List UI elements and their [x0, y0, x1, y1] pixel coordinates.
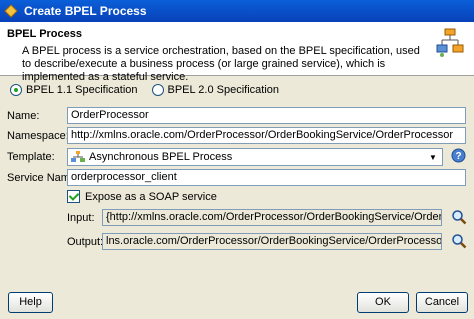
chevron-down-icon[interactable]: ▼: [427, 153, 439, 162]
bpel-process-icon: [436, 28, 464, 57]
namespace-label: Namespace:: [7, 130, 69, 142]
header-description: A BPEL process is a service orchestratio…: [22, 45, 420, 83]
window-title: Create BPEL Process: [24, 4, 147, 18]
name-label: Name:: [7, 110, 40, 122]
expose-soap-checkbox[interactable]: [67, 190, 80, 203]
app-icon: [4, 4, 18, 18]
spec-1-1-radio[interactable]: [10, 84, 22, 96]
expose-soap-row[interactable]: Expose as a SOAP service: [67, 190, 217, 203]
spec-2-0-label[interactable]: BPEL 2.0 Specification: [168, 84, 280, 96]
bpel-template-icon: [71, 151, 85, 162]
input-label: Input:: [67, 212, 95, 224]
spec-2-0-radio[interactable]: [151, 84, 164, 96]
wizard-header: BPEL Process A BPEL process is a service…: [0, 22, 474, 83]
spec-1-1-label[interactable]: BPEL 1.1 Specification: [26, 84, 138, 96]
template-select[interactable]: Asynchronous BPEL Process ▼: [67, 148, 443, 166]
template-value: Asynchronous BPEL Process: [89, 151, 233, 163]
svg-text:?: ?: [455, 151, 461, 162]
service-name-field[interactable]: orderprocessor_client: [67, 169, 466, 186]
input-field[interactable]: {http://xmlns.oracle.com/OrderProcessor/…: [102, 209, 442, 226]
cancel-button[interactable]: Cancel: [416, 292, 468, 313]
name-field[interactable]: OrderProcessor: [67, 107, 466, 124]
output-label: Output:: [67, 236, 104, 248]
help-icon[interactable]: ?: [451, 148, 466, 163]
output-search-icon[interactable]: [451, 233, 467, 249]
title-bar: Create BPEL Process: [0, 0, 474, 22]
namespace-field[interactable]: http://xmlns.oracle.com/OrderProcessor/O…: [67, 127, 466, 144]
header-title: BPEL Process: [7, 28, 83, 40]
expose-soap-label[interactable]: Expose as a SOAP service: [85, 191, 217, 203]
spec-radio-group: BPEL 1.1 Specification BPEL 2.0 Specific…: [10, 84, 293, 96]
ok-button[interactable]: OK: [357, 292, 409, 313]
output-field[interactable]: lns.oracle.com/OrderProcessor/OrderBooki…: [102, 233, 442, 250]
help-button[interactable]: Help: [8, 292, 53, 313]
input-search-icon[interactable]: [451, 209, 467, 225]
template-label: Template:: [7, 151, 55, 163]
